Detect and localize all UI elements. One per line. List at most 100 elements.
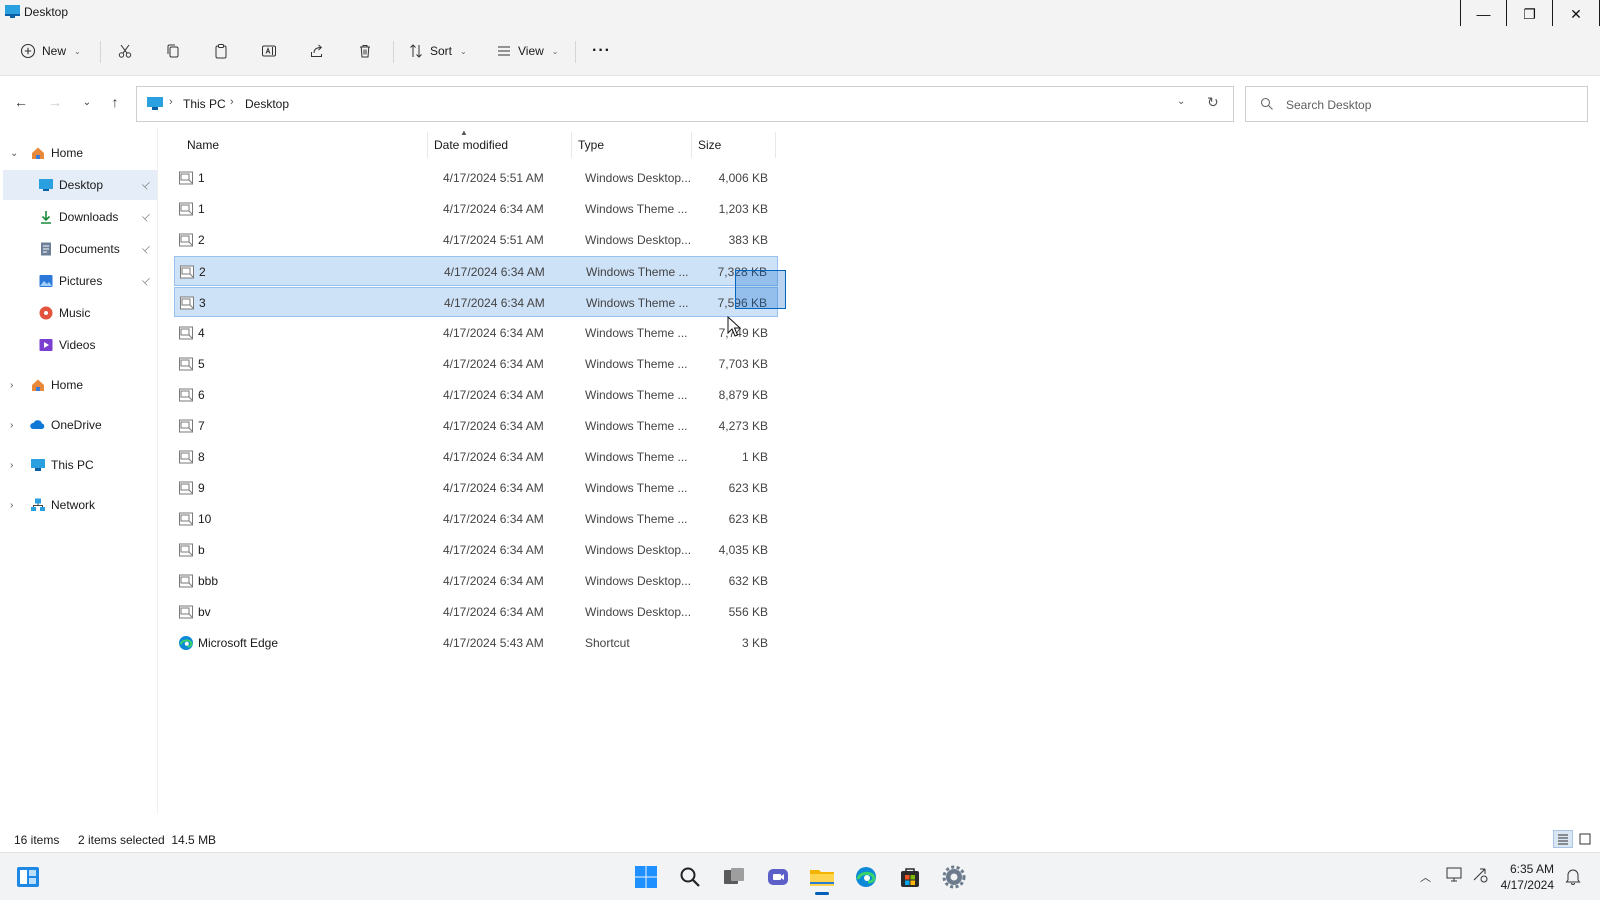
clock-date: 4/17/2024 bbox=[1500, 878, 1554, 892]
share-button[interactable] bbox=[309, 38, 325, 64]
store-taskbar-button[interactable] bbox=[894, 861, 926, 893]
chevron-right-icon[interactable]: › bbox=[10, 500, 13, 511]
file-size: 383 KB bbox=[728, 233, 768, 247]
this-pc-icon bbox=[147, 97, 163, 110]
pin-icon[interactable]: ⊥ bbox=[139, 242, 153, 256]
clock[interactable]: 6:35 AM 4/17/2024 bbox=[1494, 861, 1554, 893]
back-button[interactable]: ← bbox=[9, 90, 33, 114]
minimize-button[interactable]: — bbox=[1460, 0, 1506, 29]
view-button[interactable]: View ⌄ bbox=[496, 38, 559, 64]
search-input[interactable] bbox=[1286, 95, 1576, 115]
file-row[interactable]: 8 4/17/2024 6:34 AM Windows Theme ... 1 KB bbox=[174, 442, 778, 472]
file-explorer-icon bbox=[810, 870, 834, 886]
file-row[interactable]: 1 4/17/2024 6:34 AM Windows Theme ... 1,203… bbox=[174, 194, 778, 224]
column-header-type[interactable]: Type bbox=[572, 132, 692, 158]
desktop-folder-icon bbox=[5, 5, 20, 18]
file-type: Windows Desktop... bbox=[585, 171, 692, 185]
pin-icon[interactable]: ⊥ bbox=[139, 178, 153, 192]
details-view-toggle[interactable] bbox=[1553, 830, 1573, 848]
breadcrumb-desktop[interactable]: Desktop bbox=[245, 97, 289, 111]
item-count: 16 items bbox=[14, 833, 60, 847]
start-button[interactable] bbox=[630, 861, 662, 893]
search-box[interactable] bbox=[1245, 86, 1588, 122]
column-header-name[interactable]: Name bbox=[181, 132, 428, 158]
file-date-modified: 4/17/2024 6:34 AM bbox=[443, 574, 544, 588]
recent-locations-button[interactable]: ⌄ bbox=[75, 90, 99, 114]
file-row[interactable]: 2 4/17/2024 5:51 AM Windows Desktop... 383 … bbox=[174, 225, 778, 255]
file-type: Windows Theme ... bbox=[585, 357, 688, 371]
sidebar-item-desktop[interactable]: Desktop ⊥ bbox=[3, 170, 157, 200]
file-row[interactable]: Microsoft Edge 4/17/2024 5:43 AM Shortcut 3… bbox=[174, 628, 778, 658]
chat-button[interactable] bbox=[762, 861, 794, 893]
sidebar-item-onedrive[interactable]: › OneDrive bbox=[0, 410, 158, 440]
sidebar-item-pictures[interactable]: Pictures ⊥ bbox=[0, 266, 158, 296]
settings-taskbar-button[interactable] bbox=[938, 861, 970, 893]
file-row[interactable]: 3 4/17/2024 6:34 AM Windows Theme ... 7,596… bbox=[174, 287, 778, 317]
file-row[interactable]: 4 4/17/2024 6:34 AM Windows Theme ... 7,749… bbox=[174, 318, 778, 348]
file-row[interactable]: bv 4/17/2024 6:34 AM Windows Desktop... 556… bbox=[174, 597, 778, 627]
file-icon bbox=[179, 574, 193, 588]
file-icon bbox=[179, 450, 193, 464]
file-row[interactable]: 9 4/17/2024 6:34 AM Windows Theme ... 623 K… bbox=[174, 473, 778, 503]
column-header-date[interactable]: Date modified bbox=[428, 132, 572, 158]
sidebar-item-home[interactable]: › Home bbox=[0, 370, 158, 400]
chevron-right-icon[interactable]: › bbox=[10, 420, 13, 431]
file-row[interactable]: 2 4/17/2024 6:34 AM Windows Theme ... 7,328… bbox=[174, 256, 778, 286]
task-view-button[interactable] bbox=[718, 861, 750, 893]
edge-icon bbox=[856, 867, 876, 887]
file-date-modified: 4/17/2024 6:34 AM bbox=[443, 357, 544, 371]
sidebar-item-documents[interactable]: Documents ⊥ bbox=[0, 234, 158, 264]
chevron-right-icon[interactable]: › bbox=[10, 460, 13, 471]
large-icons-view-toggle[interactable] bbox=[1575, 830, 1595, 848]
edge-taskbar-button[interactable] bbox=[850, 861, 882, 893]
restore-button[interactable]: ❐ bbox=[1506, 0, 1552, 29]
delete-button[interactable] bbox=[357, 38, 373, 64]
chevron-down-icon: ⌄ bbox=[460, 46, 467, 56]
sidebar-item-downloads[interactable]: Downloads ⊥ bbox=[0, 202, 158, 232]
refresh-icon[interactable]: ↻ bbox=[1207, 94, 1219, 111]
new-button[interactable]: New ⌄ bbox=[20, 38, 81, 64]
file-row[interactable]: 7 4/17/2024 6:34 AM Windows Theme ... 4,273… bbox=[174, 411, 778, 441]
column-header-size[interactable]: Size bbox=[692, 132, 776, 158]
file-row[interactable]: 6 4/17/2024 6:34 AM Windows Theme ... 8,879… bbox=[174, 380, 778, 410]
notification-bell-icon[interactable] bbox=[1565, 867, 1581, 885]
pin-icon[interactable]: ⊥ bbox=[139, 274, 153, 288]
up-button[interactable]: ↑ bbox=[103, 90, 127, 114]
forward-button[interactable]: → bbox=[43, 90, 67, 114]
sidebar-item-network[interactable]: › Network bbox=[0, 490, 158, 520]
rename-button[interactable] bbox=[261, 38, 277, 64]
paste-button[interactable] bbox=[213, 38, 229, 64]
sidebar-item-videos[interactable]: Videos bbox=[0, 330, 158, 360]
cut-button[interactable] bbox=[117, 38, 133, 64]
close-button[interactable]: ✕ bbox=[1552, 0, 1600, 29]
chevron-up-icon[interactable]: ︿ bbox=[1420, 869, 1431, 885]
music-icon bbox=[39, 306, 53, 320]
more-options-button[interactable]: ··· bbox=[592, 38, 611, 64]
file-row[interactable]: 10 4/17/2024 6:34 AM Windows Theme ... 623 … bbox=[174, 504, 778, 534]
file-explorer-taskbar-button[interactable] bbox=[806, 861, 838, 895]
widgets-button[interactable] bbox=[12, 861, 44, 893]
rename-icon bbox=[262, 45, 276, 57]
sidebar-item-this-pc[interactable]: › This PC bbox=[0, 450, 158, 480]
taskbar-search-button[interactable] bbox=[674, 861, 706, 893]
display-icon[interactable] bbox=[1446, 867, 1464, 883]
file-name: Microsoft Edge bbox=[198, 636, 279, 650]
file-name: 5 bbox=[198, 357, 205, 371]
network-status-icon[interactable] bbox=[1472, 867, 1490, 883]
breadcrumb-separator: › bbox=[230, 96, 234, 108]
file-row[interactable]: 1 4/17/2024 5:51 AM Windows Desktop... 4,00… bbox=[174, 163, 778, 193]
address-bar[interactable]: › This PC › Desktop ⌄ ↻ bbox=[136, 86, 1234, 122]
sidebar-item-music[interactable]: Music bbox=[0, 298, 158, 328]
address-history-dropdown-icon[interactable]: ⌄ bbox=[1177, 96, 1185, 107]
copy-button[interactable] bbox=[165, 38, 181, 64]
file-row[interactable]: bbb 4/17/2024 6:34 AM Windows Desktop... 63… bbox=[174, 566, 778, 596]
breadcrumb-this-pc[interactable]: This PC bbox=[183, 97, 226, 111]
file-row[interactable]: b 4/17/2024 6:34 AM Windows Desktop... 4,03… bbox=[174, 535, 778, 565]
pin-icon[interactable]: ⊥ bbox=[139, 210, 153, 224]
sidebar-item-home[interactable]: ⌄ Home bbox=[0, 138, 158, 168]
sort-button[interactable]: Sort ⌄ bbox=[408, 38, 467, 64]
file-row[interactable]: 5 4/17/2024 6:34 AM Windows Theme ... 7,703… bbox=[174, 349, 778, 379]
drag-selection-rectangle bbox=[735, 270, 786, 309]
chevron-right-icon[interactable]: › bbox=[10, 380, 13, 391]
chevron-down-icon[interactable]: ⌄ bbox=[10, 148, 18, 159]
